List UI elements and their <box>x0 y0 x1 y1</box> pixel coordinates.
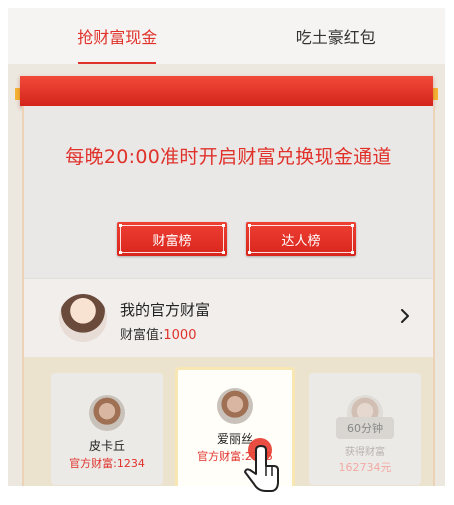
chevron-right-icon[interactable] <box>395 306 415 326</box>
tab-label: 吃土豪红包 <box>295 28 376 47</box>
wealth-value: 1000 <box>163 328 197 343</box>
active-tab-indicator <box>78 62 157 64</box>
expert-rank-label: 达人榜 <box>281 233 321 249</box>
notice-panel: 每晚20:00准时开启财富兑换现金通道 财富榜 达人榜 <box>24 106 433 278</box>
card-amount: 162734元 <box>338 461 392 474</box>
user-card-pikachu[interactable]: 皮卡丘 官方财富:1234 <box>51 373 163 485</box>
hand-pointer-icon <box>236 436 284 496</box>
content-board: 每晚20:00准时开启财富兑换现金通道 财富榜 达人榜 我的官方财富 财富值:1… <box>22 106 435 486</box>
card-sub-label: 获得财富 <box>345 447 385 458</box>
app-frame: 抢财富现金 吃土豪红包 每晚20:00准时开启财富兑换现金通道 财富榜 达人榜 <box>8 8 445 486</box>
tab-rich-red-envelope[interactable]: 吃土豪红包 <box>227 8 446 64</box>
avatar <box>59 294 107 342</box>
card-wealth: 官方财富:1234 <box>69 457 145 470</box>
wealth-value-label: 财富值: <box>120 328 164 343</box>
my-wealth-row[interactable]: 我的官方财富 财富值:1000 <box>24 278 433 358</box>
user-card-locked[interactable]: 60分钟 获得财富 162734元 <box>309 373 421 485</box>
expert-rank-button[interactable]: 达人榜 <box>246 222 356 256</box>
tab-grab-wealth-cash[interactable]: 抢财富现金 <box>8 8 227 64</box>
wealth-value-line: 财富值:1000 <box>120 324 196 343</box>
cards-area: 皮卡丘 官方财富:1234 爱丽丝 官方财富:2345 60分钟 获得财富 16… <box>24 357 433 486</box>
time-badge: 60分钟 <box>336 417 394 439</box>
tab-label: 抢财富现金 <box>77 28 158 47</box>
red-banner-rod <box>20 76 433 106</box>
notice-text: 每晚20:00准时开启财富兑换现金通道 <box>65 146 392 168</box>
avatar <box>89 395 125 431</box>
my-wealth-title: 我的官方财富 <box>120 301 211 319</box>
tab-bar: 抢财富现金 吃土豪红包 <box>8 8 445 64</box>
avatar <box>217 388 253 424</box>
wealth-rank-button[interactable]: 财富榜 <box>117 222 227 256</box>
card-name: 皮卡丘 <box>88 439 125 453</box>
wealth-rank-label: 财富榜 <box>152 233 192 249</box>
